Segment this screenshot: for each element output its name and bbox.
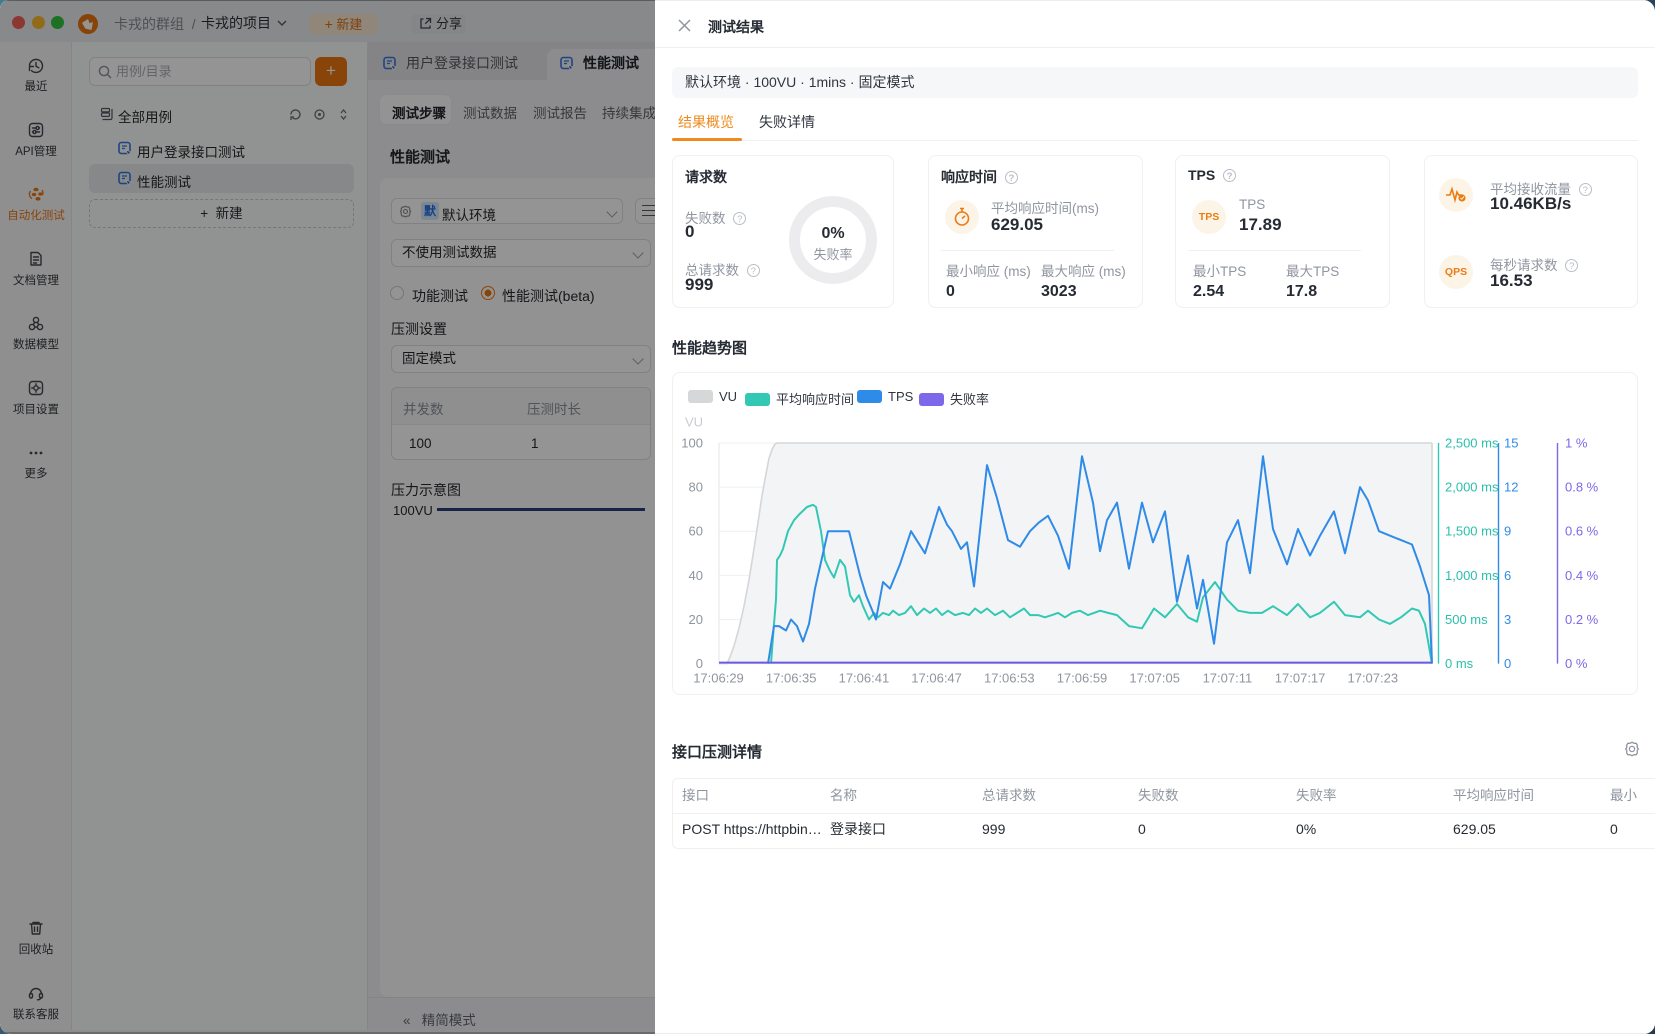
svg-text:0.6 %: 0.6 % xyxy=(1565,524,1599,539)
svg-text:0 %: 0 % xyxy=(1565,656,1588,671)
svg-text:17:06:53: 17:06:53 xyxy=(984,671,1035,686)
svg-text:0.8 %: 0.8 % xyxy=(1565,480,1599,495)
svg-text:0 ms: 0 ms xyxy=(1445,656,1474,671)
svg-text:12: 12 xyxy=(1504,480,1518,495)
svg-text:17:06:41: 17:06:41 xyxy=(839,671,890,686)
svg-text:1,000 ms: 1,000 ms xyxy=(1445,568,1499,583)
svg-text:VU: VU xyxy=(685,415,703,430)
svg-text:80: 80 xyxy=(689,480,703,495)
svg-text:1,500 ms: 1,500 ms xyxy=(1445,524,1499,539)
svg-text:2,000 ms: 2,000 ms xyxy=(1445,480,1499,495)
svg-text:0.4 %: 0.4 % xyxy=(1565,568,1599,583)
svg-text:17:07:17: 17:07:17 xyxy=(1275,671,1326,686)
svg-text:0.2 %: 0.2 % xyxy=(1565,612,1599,627)
svg-text:17:06:29: 17:06:29 xyxy=(693,671,744,686)
svg-text:20: 20 xyxy=(689,612,703,627)
svg-text:500 ms: 500 ms xyxy=(1445,612,1488,627)
svg-text:17:07:23: 17:07:23 xyxy=(1347,671,1398,686)
svg-text:1 %: 1 % xyxy=(1565,436,1588,451)
svg-text:17:07:11: 17:07:11 xyxy=(1203,671,1253,686)
svg-text:15: 15 xyxy=(1504,436,1518,451)
svg-text:60: 60 xyxy=(689,524,703,539)
svg-text:9: 9 xyxy=(1504,524,1511,539)
svg-text:17:06:47: 17:06:47 xyxy=(911,671,962,686)
svg-text:6: 6 xyxy=(1504,568,1511,583)
svg-text:17:07:05: 17:07:05 xyxy=(1129,671,1180,686)
svg-text:3: 3 xyxy=(1504,612,1511,627)
svg-text:17:06:59: 17:06:59 xyxy=(1057,671,1108,686)
svg-text:17:06:35: 17:06:35 xyxy=(766,671,817,686)
svg-text:40: 40 xyxy=(689,568,703,583)
svg-text:2,500 ms: 2,500 ms xyxy=(1445,436,1499,451)
svg-text:0: 0 xyxy=(696,656,703,671)
svg-text:100: 100 xyxy=(681,436,703,451)
svg-text:0: 0 xyxy=(1504,656,1511,671)
